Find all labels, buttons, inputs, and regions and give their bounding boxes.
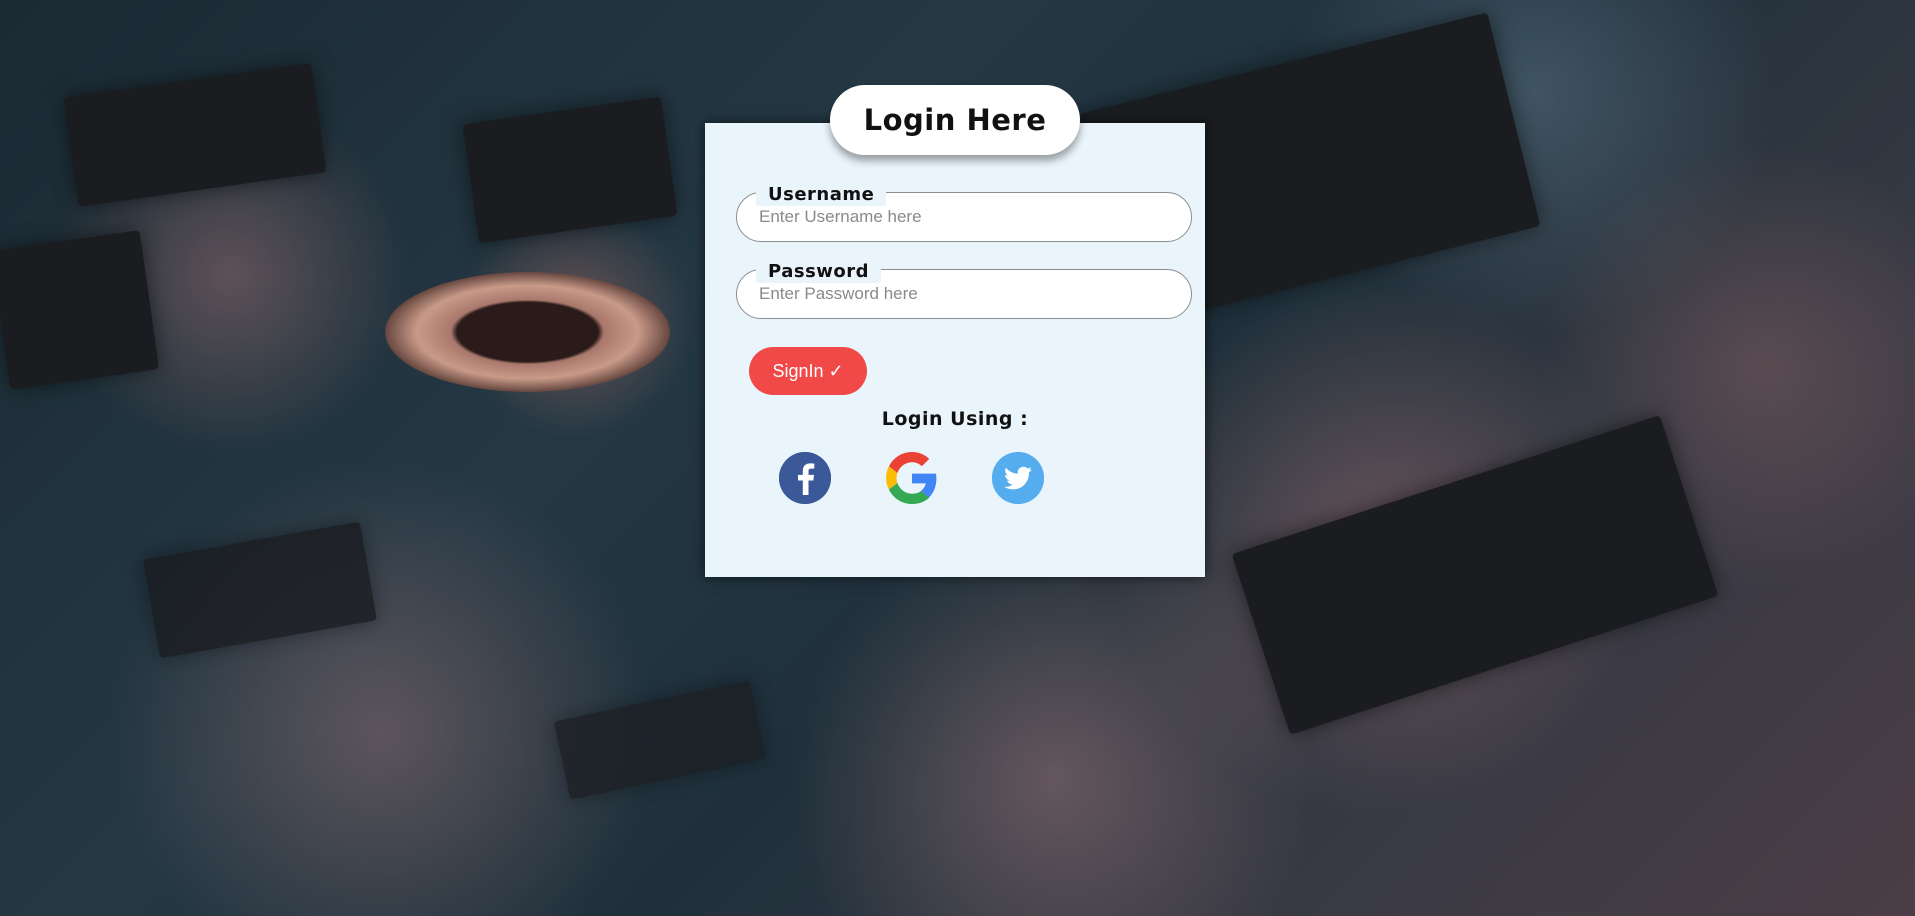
password-label: Password [756, 261, 882, 283]
username-label: Username [756, 184, 887, 206]
username-input[interactable] [757, 206, 1171, 228]
background-chip [462, 96, 678, 244]
twitter-login-button[interactable] [992, 452, 1044, 504]
background-chip [553, 680, 767, 800]
twitter-icon [992, 452, 1044, 504]
background-chip [1231, 415, 1719, 735]
login-using-label: Login Using : [881, 408, 1029, 430]
background-chip [63, 63, 327, 207]
password-input[interactable] [757, 283, 1171, 305]
facebook-icon [779, 452, 831, 504]
background-copper-ring [385, 272, 670, 392]
background-chip [142, 521, 378, 659]
login-title: Login Here [830, 85, 1080, 155]
google-icon [886, 452, 937, 504]
signin-button[interactable]: SignIn ✓ [749, 347, 867, 395]
google-login-button[interactable] [886, 452, 938, 504]
background-chip [0, 230, 160, 390]
facebook-login-button[interactable] [779, 452, 831, 504]
